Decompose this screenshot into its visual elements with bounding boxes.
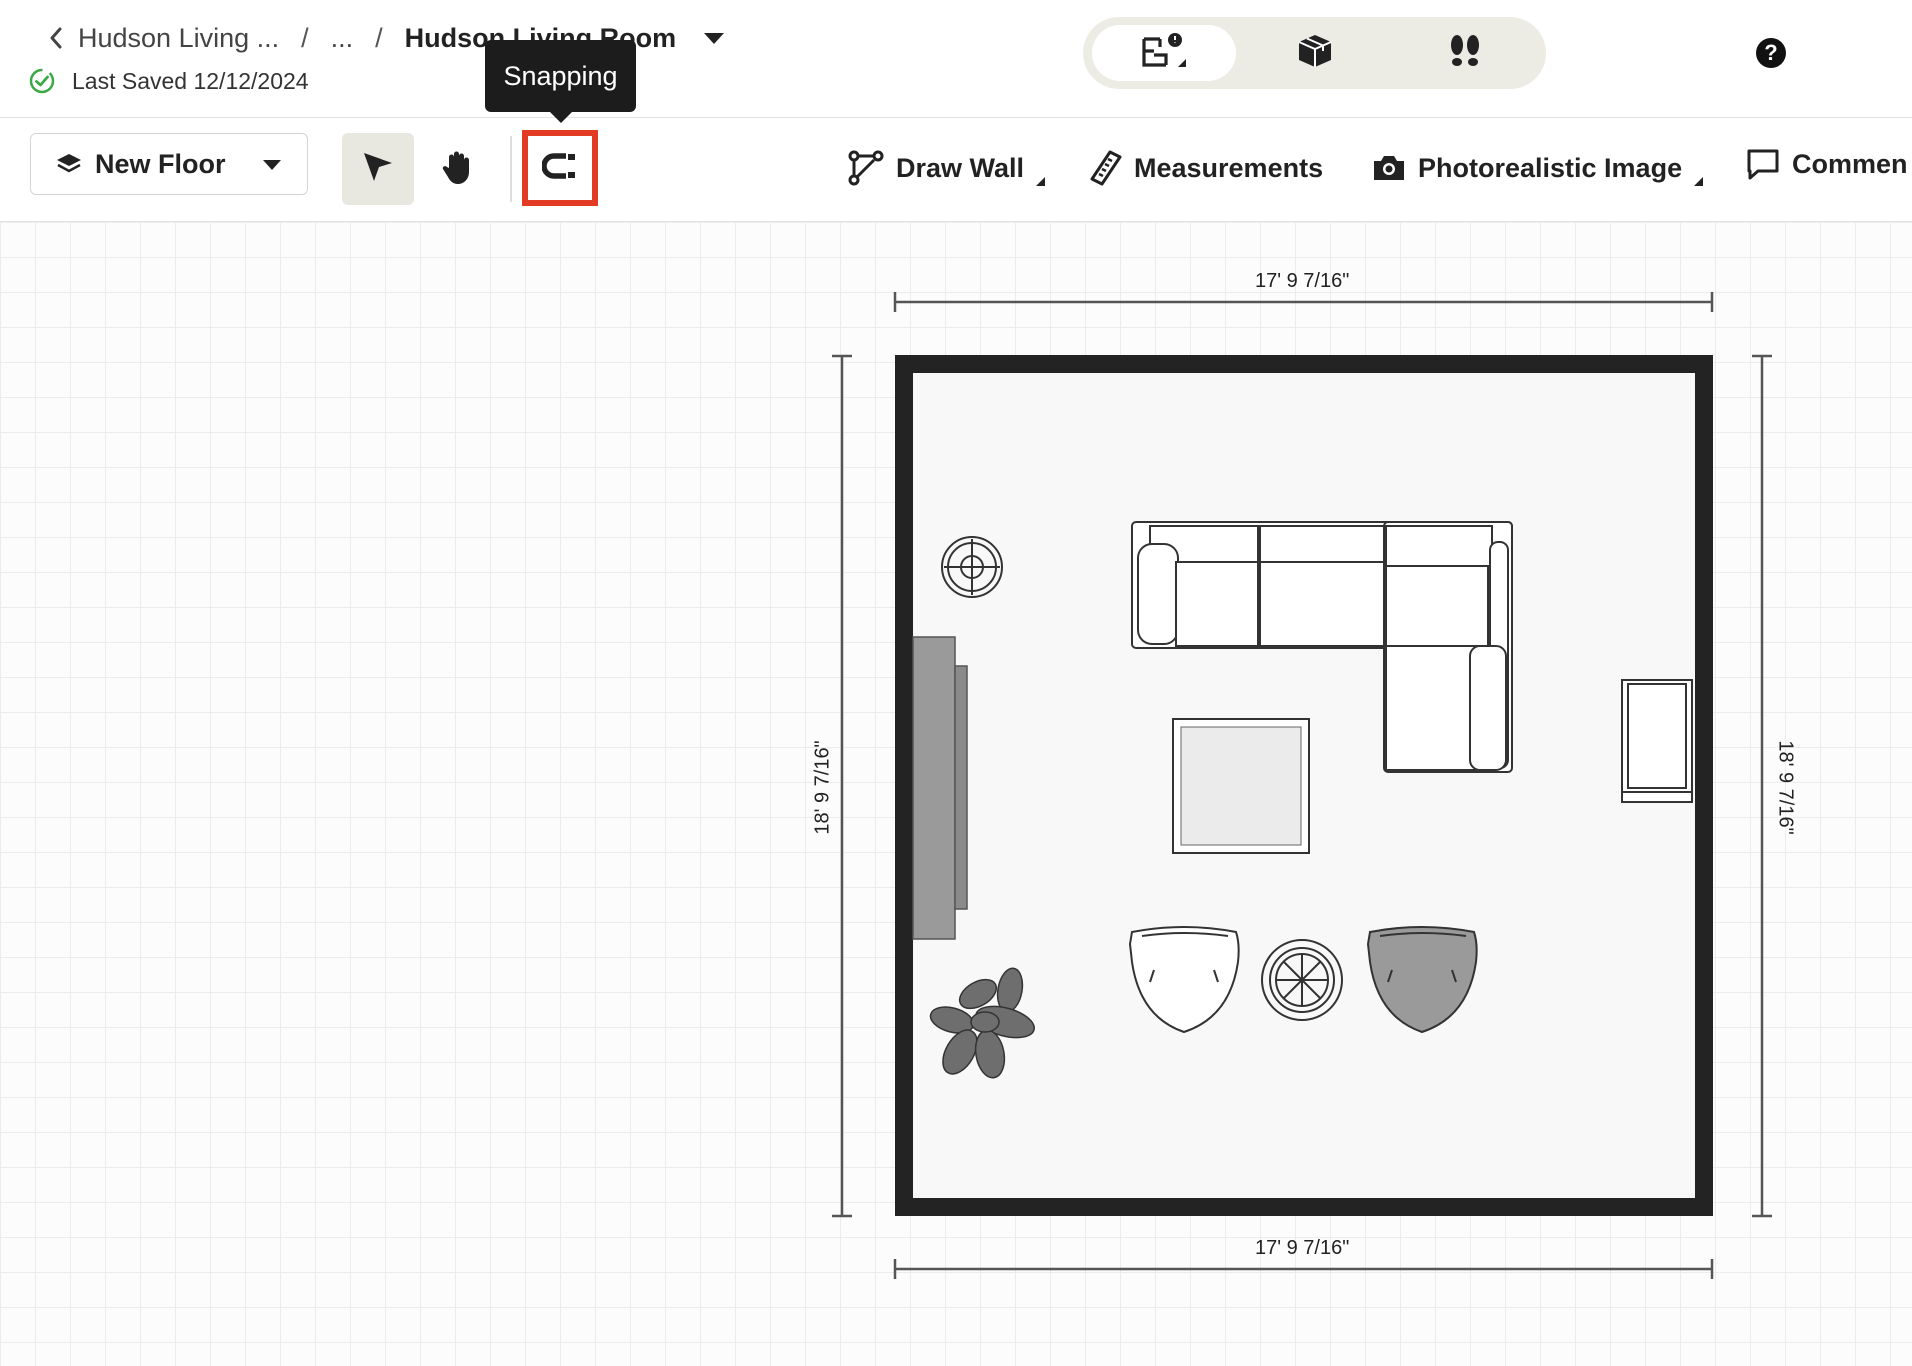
3d-box-icon xyxy=(1295,31,1335,76)
save-status: Last Saved 12/12/2024 xyxy=(28,64,309,98)
photorealistic-image-button[interactable]: Photorealistic Image xyxy=(1372,148,1704,188)
camera-icon xyxy=(1372,153,1406,183)
dimension-line-bottom xyxy=(893,1259,1714,1279)
floor-select-label: New Floor xyxy=(95,148,226,179)
top-bar: Hudson Living ... / ... / Hudson Living … xyxy=(0,0,1912,118)
dimension-label-right: 18' 9 7/16" xyxy=(1774,740,1797,835)
pan-tool-button[interactable] xyxy=(422,133,494,205)
saved-check-icon xyxy=(28,67,56,95)
save-status-text: Last Saved 12/12/2024 xyxy=(72,67,309,94)
dimension-label-top: 17' 9 7/16" xyxy=(1255,270,1350,292)
breadcrumb-separator: / xyxy=(375,22,383,53)
breadcrumb-parent[interactable]: Hudson Living ... xyxy=(78,23,279,54)
dimension-line-right xyxy=(1752,354,1772,1218)
media-console xyxy=(912,636,968,940)
coffee-table xyxy=(1172,718,1310,854)
magnet-icon xyxy=(541,152,578,184)
back-chevron-icon[interactable] xyxy=(48,26,70,50)
chevron-down-icon xyxy=(263,160,281,170)
comment-icon xyxy=(1746,148,1780,180)
photorealistic-label: Photorealistic Image xyxy=(1418,152,1683,183)
select-tool-button[interactable] xyxy=(342,133,414,205)
measurements-label: Measurements xyxy=(1134,152,1324,183)
measurements-button[interactable]: Measurements xyxy=(1090,148,1323,188)
floorplan-canvas[interactable]: 17' 9 7/16" 17' 9 7/16" 18' 9 7/16" 18' … xyxy=(0,222,1912,1366)
cursor-arrow-icon xyxy=(360,149,396,190)
walkthrough-footprints-icon xyxy=(1445,31,1485,76)
floorplan-drawing xyxy=(832,292,1772,1279)
ruler-icon xyxy=(1090,150,1122,186)
hand-icon xyxy=(440,148,476,191)
snapping-toggle-button[interactable] xyxy=(522,130,598,206)
toolbar-divider xyxy=(510,136,512,202)
dimension-line-top xyxy=(893,292,1714,312)
draw-wall-icon xyxy=(848,150,884,186)
view-mode-switcher xyxy=(1083,17,1546,89)
draw-wall-button[interactable]: Draw Wall xyxy=(848,148,1046,188)
dimension-label-bottom: 17' 9 7/16" xyxy=(1255,1237,1350,1259)
dimension-line-left xyxy=(832,354,852,1218)
floor-lamp xyxy=(941,536,1003,598)
help-icon[interactable]: ? xyxy=(1756,38,1786,68)
snapping-tooltip: Snapping xyxy=(485,40,636,123)
dimension-label-left: 18' 9 7/16" xyxy=(811,740,834,835)
submenu-corner-icon xyxy=(1036,168,1046,186)
submenu-corner-icon xyxy=(1694,168,1704,186)
breadcrumb-separator: / xyxy=(301,22,309,53)
layers-icon xyxy=(55,152,83,176)
comments-label: Commen xyxy=(1792,148,1908,179)
draw-wall-label: Draw Wall xyxy=(896,152,1025,183)
view-walkthrough-button[interactable] xyxy=(1393,25,1537,81)
room-dropdown-caret-icon[interactable] xyxy=(704,32,725,44)
view-3d-button[interactable] xyxy=(1243,25,1387,81)
breadcrumb-ellipsis[interactable]: ... xyxy=(331,23,354,54)
editor-toolbar: New Floor Draw Wall Measurements Photore… xyxy=(0,118,1912,222)
view-2d-button[interactable] xyxy=(1092,25,1236,81)
floor-select[interactable]: New Floor xyxy=(30,133,308,195)
floorplan-2d-icon xyxy=(1140,31,1188,76)
comments-button[interactable]: Commen xyxy=(1746,144,1908,184)
right-wall-cabinet xyxy=(1621,679,1693,803)
